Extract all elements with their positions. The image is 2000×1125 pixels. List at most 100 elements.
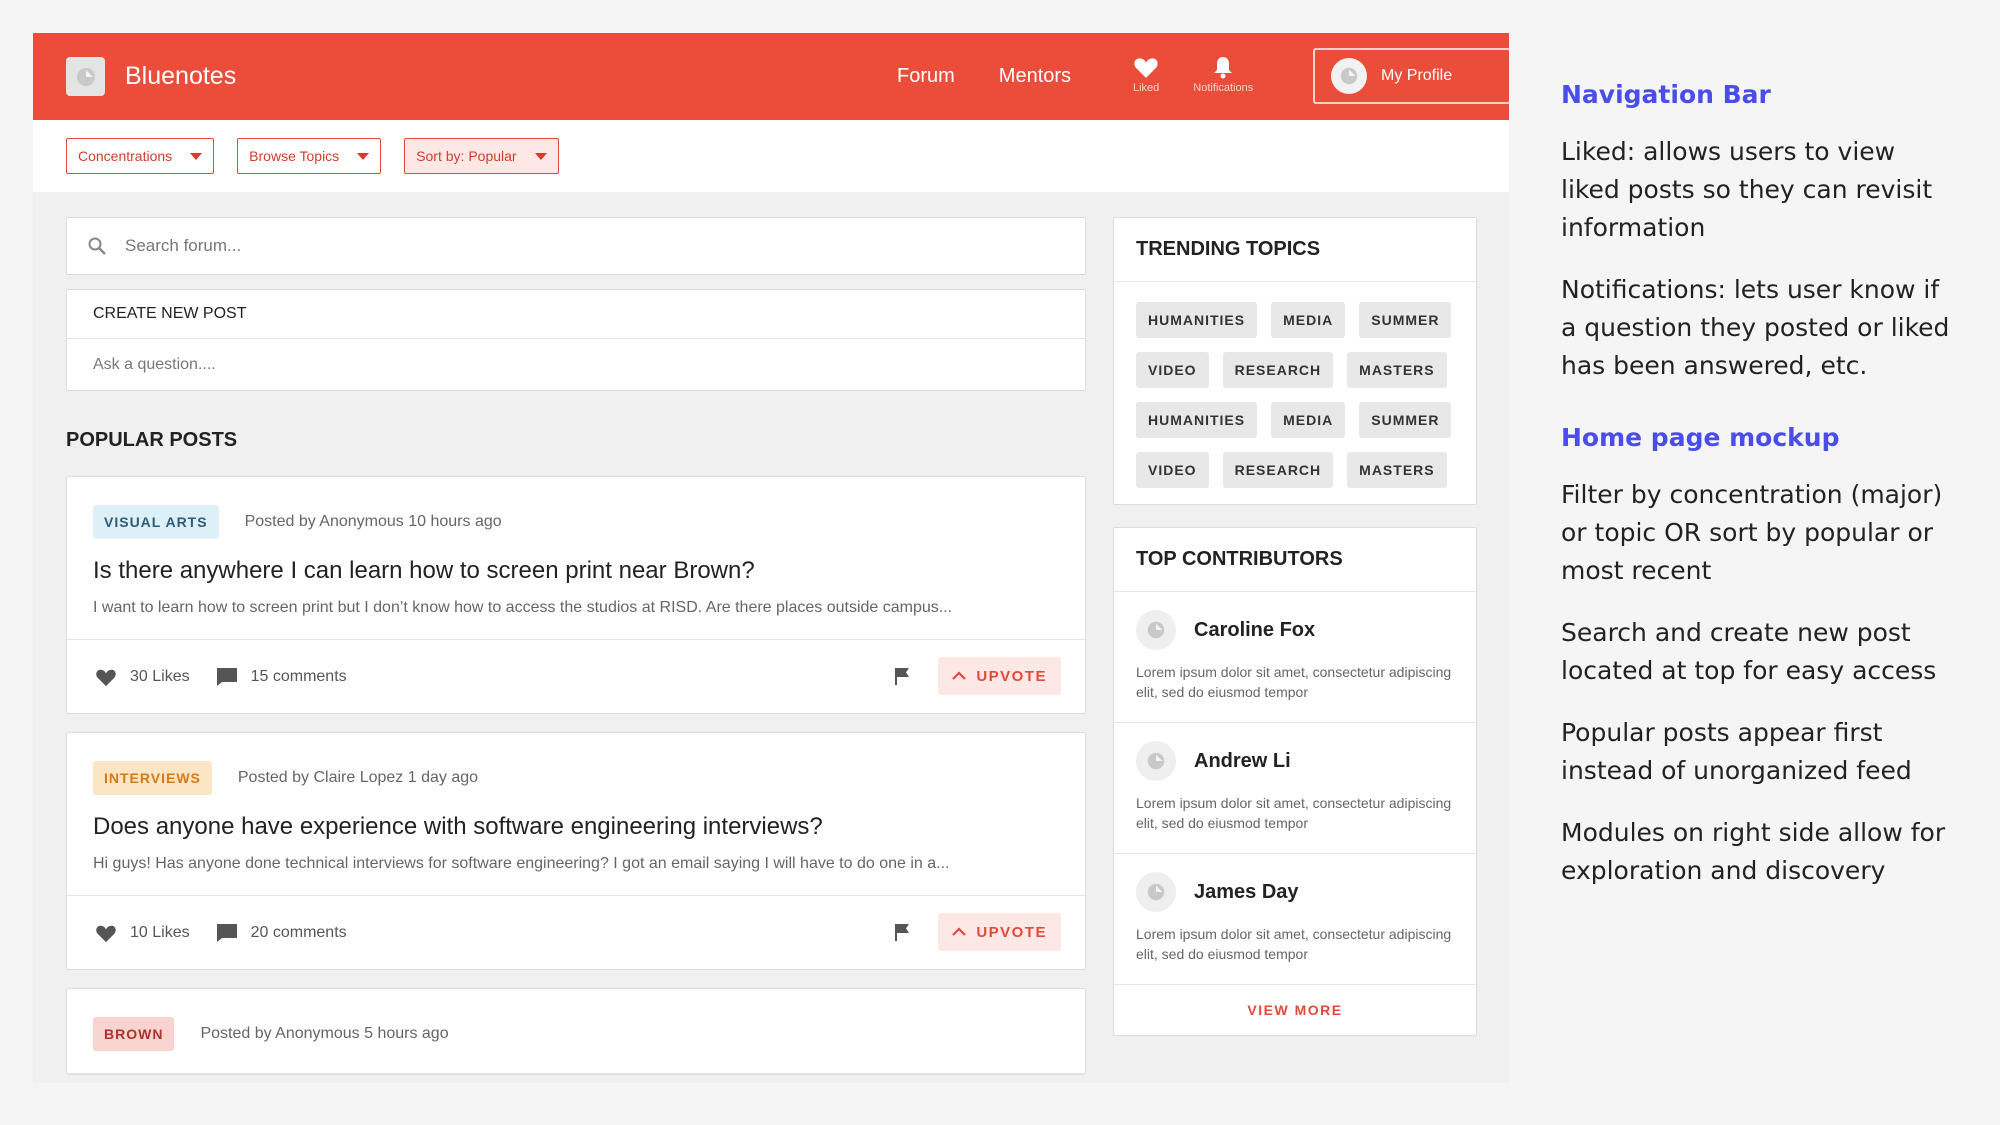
filter-bar: Concentrations Browse Topics Sort by: Po… (33, 120, 1509, 192)
create-post-field (67, 339, 1085, 390)
post-actions: UPVOTE (892, 657, 1061, 695)
post-card[interactable]: VISUAL ARTS Posted by Anonymous 10 hours… (66, 476, 1086, 714)
app-logo[interactable] (66, 57, 105, 96)
note-heading: Navigation Bar (1561, 80, 1771, 109)
likes-button[interactable]: 30 Likes (95, 667, 190, 687)
likes-count: 30 Likes (130, 667, 190, 685)
trending-topics-title: TRENDING TOPICS (1114, 218, 1476, 282)
note-text: Modules on right side allow for explorat… (1561, 818, 1946, 885)
post-body: INTERVIEWS Posted by Claire Lopez 1 day … (67, 733, 1085, 896)
post-excerpt: Hi guys! Has anyone done technical inter… (93, 855, 950, 872)
bell-icon (1214, 57, 1233, 79)
post-tag[interactable]: VISUAL ARTS (93, 505, 219, 539)
upvote-label: UPVOTE (976, 923, 1047, 941)
caret-down-icon (534, 152, 547, 160)
avatar (1136, 610, 1176, 650)
note-text: Filter by concentration (major) or topic… (1561, 480, 1943, 585)
top-contributors-title: TOP CONTRIBUTORS (1114, 528, 1476, 592)
post-title[interactable]: Is there anywhere I can learn how to scr… (93, 557, 1059, 585)
note-text: Popular posts appear first instead of un… (1561, 718, 1912, 785)
heart-icon (1134, 58, 1158, 78)
contributor-item[interactable]: James Day Lorem ipsum dolor sit amet, co… (1114, 854, 1476, 985)
nav-links: Forum Mentors (897, 33, 1071, 120)
likes-button[interactable]: 10 Likes (95, 923, 190, 943)
search-bar (66, 217, 1086, 275)
post-title[interactable]: Does anyone have experience with softwar… (93, 813, 1059, 841)
likes-count: 10 Likes (130, 923, 190, 941)
post-footer: 30 Likes 15 comments UPVOTE (67, 640, 1085, 713)
post-card[interactable]: INTERVIEWS Posted by Claire Lopez 1 day … (66, 732, 1086, 970)
avatar (1331, 58, 1367, 94)
comments-button[interactable]: 20 comments (216, 923, 347, 943)
top-contributors-card: TOP CONTRIBUTORS Caroline Fox Lorem ipsu… (1113, 527, 1477, 1036)
concentrations-dropdown[interactable]: Concentrations (66, 138, 215, 174)
topic-chip[interactable]: RESEARCH (1222, 352, 1334, 388)
topic-chip[interactable]: HUMANITIES (1136, 302, 1258, 338)
caret-down-icon (357, 152, 370, 160)
trending-topics-card: TRENDING TOPICS HUMANITIES MEDIA SUMMER … (1113, 217, 1477, 505)
flag-icon (895, 668, 910, 685)
contributor-header: Caroline Fox (1136, 610, 1454, 650)
annotation-notes: Navigation Bar Liked: allows users to vi… (1561, 80, 1961, 890)
posted-by: Posted by Anonymous 5 hours ago (200, 1025, 449, 1042)
browse-topics-dropdown[interactable]: Browse Topics (237, 138, 382, 174)
contributor-header: Andrew Li (1136, 741, 1454, 781)
comments-count: 20 comments (250, 923, 347, 941)
post-tag[interactable]: BROWN (93, 1017, 175, 1051)
topic-chip[interactable]: MEDIA (1271, 402, 1346, 438)
topic-chip[interactable]: VIDEO (1136, 352, 1209, 388)
flag-button[interactable] (892, 666, 912, 686)
comments-button[interactable]: 15 comments (216, 667, 347, 687)
post-card[interactable]: BROWN Posted by Anonymous 5 hours ago (66, 988, 1086, 1075)
create-post-card: CREATE NEW POST (66, 289, 1086, 391)
post-excerpt: I want to learn how to screen print but … (93, 599, 953, 616)
upvote-button[interactable]: UPVOTE (938, 657, 1061, 695)
sort-label: Sort by: Popular (416, 148, 517, 164)
notifications-button[interactable]: Notifications (1193, 55, 1253, 94)
navigation-bar: Bluenotes Forum Mentors Liked Notificati… (33, 33, 1509, 120)
topic-chip[interactable]: MEDIA (1271, 302, 1346, 338)
liked-button[interactable]: Liked (1133, 55, 1159, 94)
topic-chip[interactable]: SUMMER (1359, 402, 1452, 438)
topic-chip[interactable]: MASTERS (1347, 352, 1447, 388)
note-heading: Home page mockup (1561, 423, 1840, 452)
logo-icon (76, 67, 95, 86)
avatar (1136, 872, 1176, 912)
nav-forum-link[interactable]: Forum (897, 65, 955, 88)
search-input[interactable] (125, 236, 1025, 256)
topic-chip[interactable]: VIDEO (1136, 452, 1209, 488)
upvote-button[interactable]: UPVOTE (938, 913, 1061, 951)
post-tag[interactable]: INTERVIEWS (93, 761, 212, 795)
contributor-bio: Lorem ipsum dolor sit amet, consectetur … (1136, 926, 1452, 962)
app-title: Bluenotes (125, 62, 237, 90)
comments-count: 15 comments (250, 667, 347, 685)
ask-question-input[interactable] (93, 355, 993, 374)
popular-posts-heading: POPULAR POSTS (66, 429, 238, 451)
topic-chip[interactable]: RESEARCH (1222, 452, 1334, 488)
avatar-icon (1147, 621, 1165, 639)
contributor-name: Caroline Fox (1194, 618, 1316, 641)
contributor-name: Andrew Li (1194, 749, 1291, 772)
note-text: Notifications: lets user know if a quest… (1561, 275, 1950, 380)
my-profile-button[interactable]: My Profile (1313, 48, 1509, 104)
post-meta: BROWN Posted by Anonymous 5 hours ago (93, 1017, 1059, 1051)
avatar (1136, 741, 1176, 781)
topic-chip[interactable]: SUMMER (1359, 302, 1452, 338)
contributor-name: James Day (1194, 880, 1299, 903)
flag-button[interactable] (892, 922, 912, 942)
post-actions: UPVOTE (892, 913, 1061, 951)
upvote-label: UPVOTE (976, 667, 1047, 685)
profile-label: My Profile (1381, 67, 1453, 84)
contributor-item[interactable]: Andrew Li Lorem ipsum dolor sit amet, co… (1114, 723, 1476, 854)
nav-mentors-link[interactable]: Mentors (999, 65, 1071, 88)
contributor-item[interactable]: Caroline Fox Lorem ipsum dolor sit amet,… (1114, 592, 1476, 723)
topic-chip[interactable]: HUMANITIES (1136, 402, 1258, 438)
view-more-button[interactable]: VIEW MORE (1114, 985, 1476, 1035)
topic-chip[interactable]: MASTERS (1347, 452, 1447, 488)
liked-label: Liked (1133, 82, 1160, 94)
sort-dropdown[interactable]: Sort by: Popular (404, 138, 559, 174)
sidebar: TRENDING TOPICS HUMANITIES MEDIA SUMMER … (1113, 217, 1477, 1036)
chevron-up-icon (952, 927, 967, 936)
contributor-header: James Day (1136, 872, 1454, 912)
posted-by: Posted by Claire Lopez 1 day ago (237, 769, 479, 786)
